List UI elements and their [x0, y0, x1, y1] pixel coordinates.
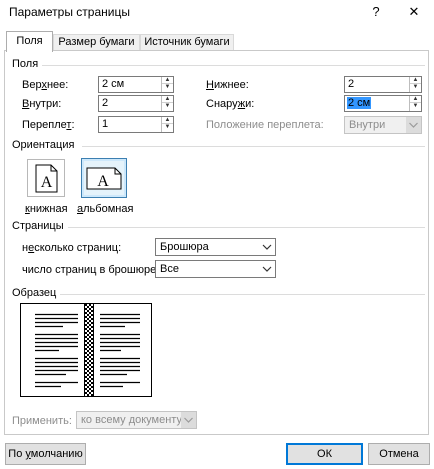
inside-margin-label: Внутри: [22, 98, 62, 110]
cancel-button[interactable]: Отмена [368, 443, 430, 465]
outside-margin-spinner[interactable]: 2 см ▲ ▼ [344, 95, 422, 112]
sheets-per-booklet-select[interactable]: Все [155, 260, 276, 278]
help-button[interactable]: ? [364, 1, 388, 23]
top-margin-spinner[interactable]: 2 см ▲ ▼ [98, 76, 174, 93]
gutter-value: 1 [102, 118, 109, 130]
chevron-down-icon [181, 412, 196, 428]
down-arrow-icon[interactable]: ▼ [162, 103, 173, 110]
top-margin-label: Верхнее: [22, 79, 69, 91]
gutter-position-value: Внутри [349, 119, 386, 131]
landscape-button[interactable]: A [81, 158, 127, 198]
gutter-spinner[interactable]: 1 ▲ ▼ [98, 116, 174, 133]
down-arrow-icon[interactable]: ▼ [410, 103, 421, 110]
chevron-down-icon[interactable] [261, 263, 273, 275]
portrait-glyph: A [41, 174, 53, 191]
up-arrow-icon[interactable]: ▲ [162, 77, 173, 84]
tab-margins[interactable]: Поля [6, 31, 53, 52]
gutter-position-select: Внутри [344, 116, 422, 134]
apply-to-select: ко всему документу [76, 411, 197, 429]
inside-margin-value: 2 [102, 97, 109, 109]
margins-divider [40, 65, 425, 66]
apply-to-value: ко всему документу [81, 414, 182, 426]
portrait-button[interactable]: A [27, 159, 65, 197]
pages-section-title: Страницы [12, 220, 68, 232]
multiple-pages-value: Брошюра [160, 241, 209, 253]
tab-paper-size[interactable]: Размер бумаги [53, 34, 140, 51]
close-button[interactable]: ✕ [402, 1, 426, 23]
down-arrow-icon[interactable]: ▼ [162, 84, 173, 91]
booklet-preview [20, 303, 152, 397]
tab-paper-source[interactable]: Источник бумаги [140, 34, 234, 51]
down-arrow-icon[interactable]: ▼ [410, 84, 421, 91]
inside-margin-spinner[interactable]: 2 ▲ ▼ [98, 95, 174, 112]
outside-margin-label: Снаружи: [206, 98, 255, 110]
multiple-pages-label: несколько страниц: [22, 242, 122, 254]
up-arrow-icon[interactable]: ▲ [162, 117, 173, 124]
up-arrow-icon[interactable]: ▲ [162, 96, 173, 103]
sheets-per-booklet-label: число страниц в брошюре: [22, 264, 160, 276]
gutter-label: Переплет: [22, 119, 75, 131]
portrait-page-icon: A [35, 164, 58, 193]
top-margin-value: 2 см [102, 78, 125, 90]
sheets-per-booklet-value: Все [160, 263, 179, 275]
down-arrow-icon[interactable]: ▼ [162, 124, 173, 131]
margins-section-title: Поля [12, 58, 43, 70]
window-title: Параметры страницы [9, 5, 130, 19]
orientation-divider [82, 146, 425, 147]
gutter-position-label: Положение переплета: [206, 119, 324, 131]
up-arrow-icon[interactable]: ▲ [410, 96, 421, 103]
bottom-margin-label: Нижнее: [206, 79, 249, 91]
preview-section-title: Образец [12, 287, 61, 299]
pages-divider [68, 227, 425, 228]
booklet-preview-icon [35, 304, 140, 396]
landscape-page-icon: A [86, 167, 122, 190]
outside-margin-value: 2 см [347, 97, 372, 109]
preview-divider [60, 294, 425, 295]
bottom-margin-value: 2 [348, 78, 355, 90]
chevron-down-icon [406, 117, 421, 133]
landscape-label: альбомная [77, 203, 134, 215]
bottom-margin-spinner[interactable]: 2 ▲ ▼ [344, 76, 422, 93]
chevron-down-icon[interactable] [261, 241, 273, 253]
set-as-default-button[interactable]: По умолчанию [5, 443, 86, 465]
portrait-label: книжная [25, 203, 68, 215]
orientation-section-title: Ориентация [12, 139, 79, 151]
up-arrow-icon[interactable]: ▲ [410, 77, 421, 84]
multiple-pages-select[interactable]: Брошюра [155, 238, 276, 256]
apply-to-label: Применить: [12, 415, 72, 427]
ok-button[interactable]: ОК [286, 443, 363, 465]
landscape-glyph: A [97, 173, 109, 190]
